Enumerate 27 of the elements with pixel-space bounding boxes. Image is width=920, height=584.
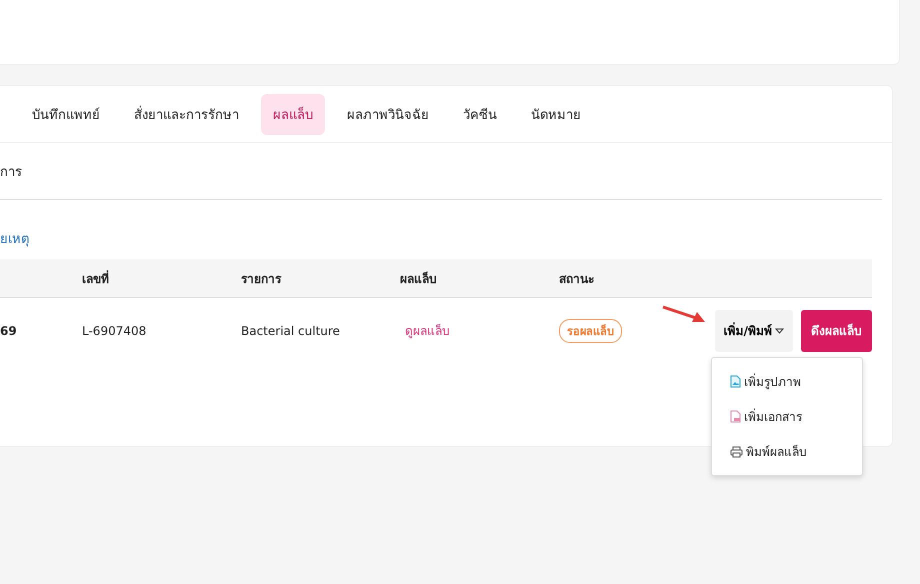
add-print-button[interactable]: เพิ่ม/พิมพ์ <box>714 310 793 352</box>
table-cell-text: Bacterial culture <box>241 324 341 338</box>
view-result-link[interactable]: ดูผลแล็บ <box>405 324 450 338</box>
column-header: รายการ <box>241 270 282 288</box>
section-title: การ <box>0 164 22 182</box>
table-cell-text: L-6907408 <box>82 324 148 338</box>
printer-icon <box>730 446 743 458</box>
note-link[interactable]: ยเหตุ <box>0 228 29 249</box>
menu-item[interactable]: พิมพ์ผลแล็บ <box>712 434 862 469</box>
status-badge: รอผลแล็บ <box>559 318 622 342</box>
tab[interactable]: ผลภาพวินิจฉัย <box>335 94 441 134</box>
caret-icon <box>775 328 784 334</box>
column-header: สถานะ <box>559 270 595 288</box>
annotation-arrow <box>662 305 706 324</box>
tab[interactable]: วัคซีน <box>451 94 509 134</box>
fetch-result-button[interactable]: ดึงผลแล็บ <box>801 310 872 352</box>
tab[interactable]: บันทึกแพทย์ <box>20 94 112 134</box>
column-header: เลขที่ <box>82 269 110 288</box>
column-header: ผลแล็บ <box>400 270 438 288</box>
tab[interactable]: สั่งยาและการรักษา <box>122 94 251 134</box>
table-cell-text: 69 <box>0 324 18 338</box>
menu-item[interactable]: เพิ่มรูปภาพ <box>712 364 862 399</box>
tab[interactable]: ผลแล็บ <box>261 94 325 134</box>
menu-item[interactable]: เพิ่มเอกสาร <box>712 399 862 434</box>
pdf-file-icon <box>730 410 741 423</box>
image-file-icon <box>730 375 741 388</box>
tab[interactable]: นัดหมาย <box>519 94 593 134</box>
